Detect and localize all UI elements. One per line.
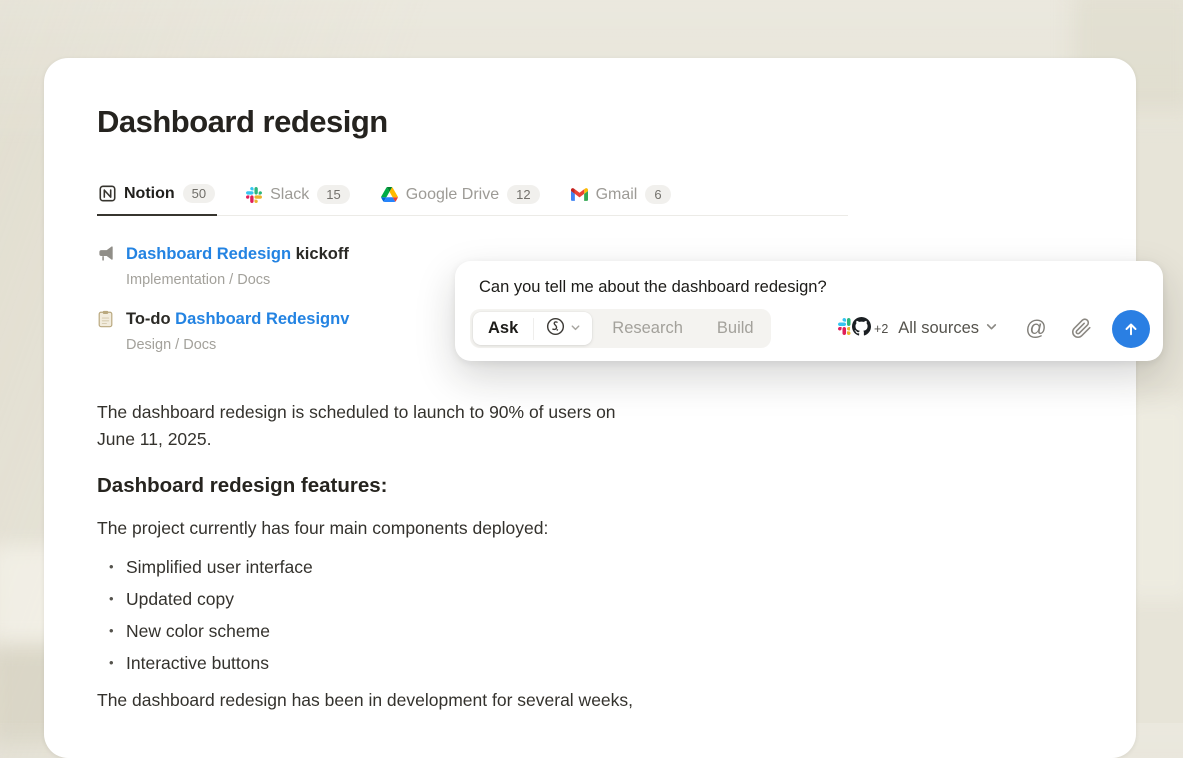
chat-question-text[interactable]: Can you tell me about the dashboard rede… [455, 261, 1163, 302]
result-breadcrumb: Implementation / Docs [126, 272, 349, 288]
tab-label: Gmail [596, 186, 638, 204]
result-title-highlight[interactable]: Dashboard Redesign [126, 245, 291, 263]
paragraph: The project currently has four main comp… [97, 515, 657, 542]
gmail-icon [571, 188, 588, 201]
chat-controls: Ask Research Build [455, 302, 1163, 361]
result-title-rest: kickoff [291, 245, 349, 263]
tab-gmail[interactable]: Gmail 6 [569, 185, 673, 215]
sources-label: All sources [898, 319, 979, 338]
mention-icon[interactable]: @ [1022, 317, 1050, 341]
paragraph: The dashboard redesign is scheduled to l… [97, 399, 642, 453]
result-text: Dashboard Redesign kickoff Implementatio… [126, 243, 349, 288]
extra-sources-count: +2 [874, 322, 888, 336]
result-title: Dashboard Redesign kickoff [126, 243, 349, 267]
slack-icon [246, 187, 262, 203]
tab-label: Google Drive [406, 186, 499, 204]
google-drive-icon [381, 187, 398, 202]
notion-logo-icon [99, 185, 116, 202]
tab-label: Slack [270, 186, 309, 204]
list-item: Simplified user interface [109, 551, 657, 583]
tab-count-badge: 50 [183, 184, 215, 203]
github-icon [852, 317, 871, 341]
result-title-highlight[interactable]: Dashboard Redesignv [175, 310, 349, 328]
list-item: Interactive buttons [109, 647, 657, 679]
mode-active-group: Ask [473, 312, 592, 345]
list-item: New color scheme [109, 615, 657, 647]
notion-ai-model-icon [545, 316, 566, 342]
result-text: To-do Dashboard Redesignv Design / Docs [126, 308, 349, 353]
list-item: Updated copy [109, 583, 657, 615]
chevron-down-icon [985, 320, 998, 338]
ask-mode-button[interactable]: Ask [473, 312, 533, 345]
send-button[interactable] [1112, 310, 1150, 348]
tab-label: Notion [124, 185, 175, 203]
source-avatars [838, 317, 871, 341]
result-breadcrumb: Design / Docs [126, 337, 349, 353]
result-title: To-do Dashboard Redesignv [126, 308, 349, 332]
send-arrow-icon [1122, 320, 1140, 338]
main-card: Dashboard redesign Notion 50 Slack 15 Go… [44, 58, 1136, 758]
bullet-list: Simplified user interface Updated copy N… [109, 551, 657, 679]
result-title-prefix: To-do [126, 310, 175, 328]
tab-count-badge: 6 [645, 185, 670, 204]
source-tabs: Notion 50 Slack 15 Google Drive 12 Gmail… [97, 184, 848, 216]
research-mode-button[interactable]: Research [595, 309, 700, 348]
paragraph: The dashboard redesign has been in devel… [97, 687, 657, 714]
section-heading: Dashboard redesign features: [97, 474, 657, 498]
tab-google-drive[interactable]: Google Drive 12 [379, 185, 542, 215]
page-title: Dashboard redesign [97, 104, 1136, 140]
document-body: The dashboard redesign is scheduled to l… [97, 399, 657, 714]
tab-count-badge: 12 [507, 185, 539, 204]
tab-slack[interactable]: Slack 15 [244, 185, 352, 215]
model-selector-button[interactable] [534, 312, 592, 345]
tab-notion[interactable]: Notion 50 [97, 184, 217, 216]
paperclip-icon[interactable] [1066, 318, 1096, 339]
chevron-down-icon [570, 320, 581, 338]
build-mode-button[interactable]: Build [700, 309, 771, 348]
sources-selector[interactable]: +2 All sources [838, 317, 998, 341]
mode-segmented-control: Ask Research Build [470, 309, 771, 348]
clipboard-icon [97, 308, 116, 353]
ai-chat-input-box[interactable]: Can you tell me about the dashboard rede… [455, 261, 1163, 361]
megaphone-icon [97, 243, 116, 288]
tab-count-badge: 15 [317, 185, 349, 204]
